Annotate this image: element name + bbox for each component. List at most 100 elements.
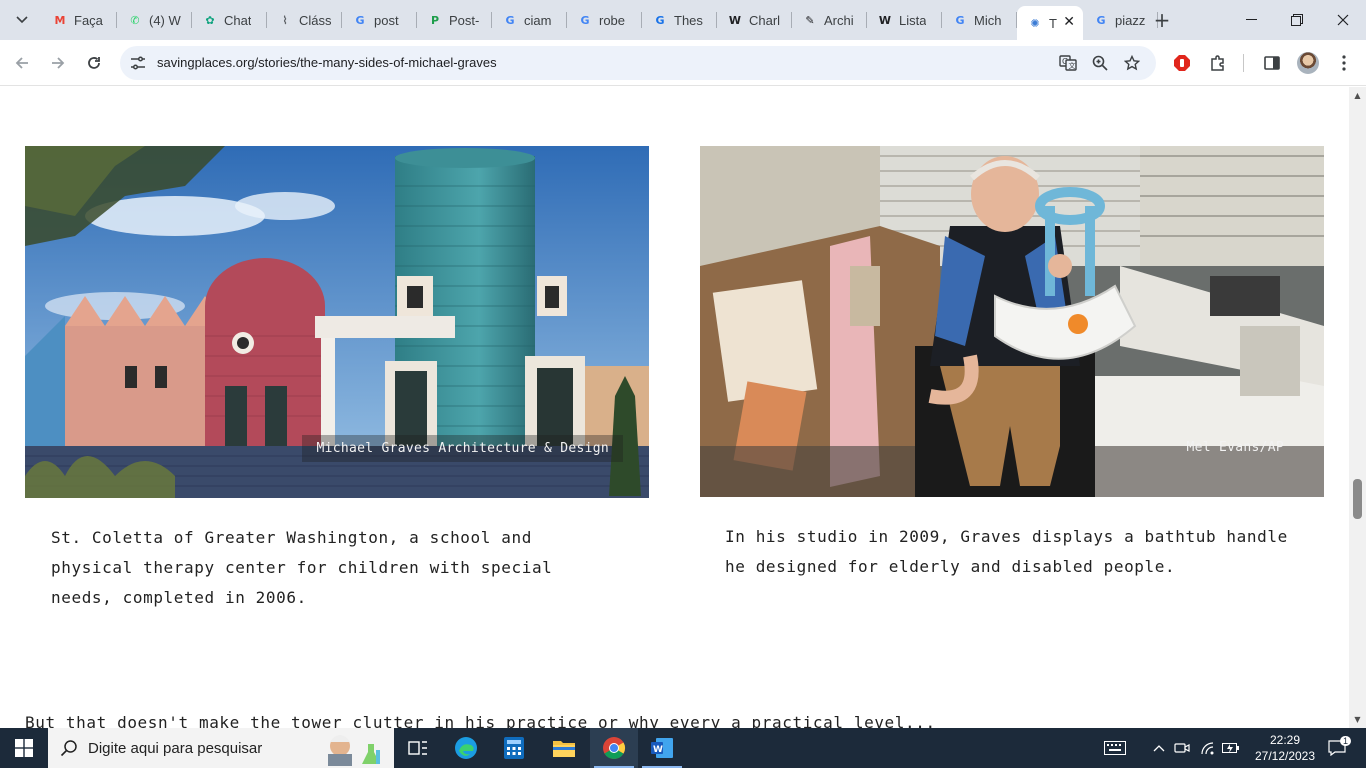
taskbar-clock[interactable]: 22:29 27/12/2023 [1252,732,1318,764]
windows-logo-icon [15,739,33,757]
minimize-button[interactable] [1228,0,1274,40]
windows-taskbar: Digite aqui para pesquisar W 22:29 27/12… [0,728,1366,768]
scroll-up-button[interactable]: ▲ [1353,91,1362,100]
svg-text:W: W [653,745,663,755]
browser-tab[interactable]: ✎ Archi [792,0,867,40]
close-window-button[interactable] [1320,0,1366,40]
tab-search-button[interactable] [8,6,36,34]
reload-button[interactable] [80,49,108,77]
close-icon [1337,14,1349,26]
avatar [1297,52,1319,74]
edge-app[interactable] [442,728,490,768]
url-text[interactable]: savingplaces.org/stories/the-many-sides-… [157,55,497,70]
tab-label: T [1049,15,1057,31]
meet-now-tray[interactable] [1172,728,1192,768]
puzzle-icon [1211,55,1224,71]
task-view-icon [408,741,427,755]
chrome-app[interactable] [590,728,638,768]
extensions-button[interactable] [1204,49,1232,77]
side-panel-icon [1264,56,1280,70]
photo-credit: Michael Graves Architecture & Design [302,435,623,462]
tab-label: (4) W [149,12,181,28]
notifications-button[interactable]: 1 [1322,728,1352,768]
task-view-button[interactable] [394,728,442,768]
keyboard-icon [1104,741,1126,755]
browser-tab[interactable]: G Mich [942,0,1017,40]
whatsapp-icon: ✆ [130,13,140,27]
calculator-app[interactable] [490,728,538,768]
word-app[interactable]: W [638,728,686,768]
page-scrollbar[interactable]: ▲ ▼ [1349,87,1366,728]
tab-label: ciam [524,12,552,28]
show-hidden-icons-button[interactable] [1150,728,1168,768]
browser-tab[interactable]: P Post- [417,0,492,40]
browser-tab[interactable]: ⌇ Cláss [267,0,342,40]
address-bar[interactable]: savingplaces.org/stories/the-many-sides-… [120,46,1156,80]
network-tray[interactable] [1198,728,1218,768]
restore-icon [1291,14,1303,26]
scrollbar-thumb[interactable] [1353,479,1362,519]
tab-list: M Faça ✆ (4) W ✿ Chat ⌇ Cláss Gpost P Post- Gciam Gr… [42,0,1158,40]
edge-icon [455,737,477,759]
wikipedia-icon: W [878,13,892,27]
search-icon [60,740,77,757]
browser-tab[interactable]: Grobe [567,0,642,40]
battery-tray[interactable] [1221,728,1241,768]
tab-label: Mich [974,12,1002,28]
profile-button[interactable] [1294,49,1322,77]
translate-button[interactable]: G文 [1056,51,1080,75]
tab-strip: M Faça ✆ (4) W ✿ Chat ⌇ Cláss Gpost P Post- Gciam Gr… [0,0,1366,40]
taskbar-search[interactable]: Digite aqui para pesquisar [48,728,394,768]
zoom-icon [1092,55,1108,71]
tab-label: piazz [1115,12,1146,28]
browser-tab[interactable]: M Faça [42,0,117,40]
browser-menu-button[interactable] [1330,49,1358,77]
notification-count-badge: 1 [1340,736,1352,746]
scroll-down-button[interactable]: ▼ [1353,715,1362,724]
side-panel-button[interactable] [1258,49,1286,77]
start-button[interactable] [0,728,48,768]
extension-adblock-button[interactable] [1168,49,1196,77]
google-icon: G [580,13,590,27]
minimize-icon [1245,19,1257,20]
google-icon: G [505,13,515,27]
p-icon: P [430,13,440,27]
browser-tab[interactable]: Gpost [342,0,417,40]
browser-tab[interactable]: Gpiazz [1083,0,1158,40]
keyboard-layout-indicator[interactable] [1100,728,1130,768]
calculator-icon [504,737,524,759]
new-tab-button[interactable]: + [1150,8,1174,32]
browser-tab[interactable]: Gciam [492,0,567,40]
tab-label: Cláss [299,12,332,28]
toolbar-divider [1243,54,1244,72]
browser-tab[interactable]: W Lista [867,0,942,40]
tab-label: robe [599,12,626,28]
file-explorer-app[interactable] [540,728,588,768]
page-content: Michael Graves Architecture & Design St.… [0,87,1349,728]
tab-label: Faça [74,12,103,28]
google-icon: G [355,13,365,27]
savingplaces-icon: ✺ [1030,16,1040,30]
google-icon: G [1096,13,1106,27]
adblock-icon [1174,55,1190,71]
site-info-icon[interactable] [126,51,150,75]
close-tab-button[interactable]: ✕ [1063,14,1075,30]
chevron-up-icon [1153,745,1165,752]
back-button[interactable] [8,49,36,77]
zoom-button[interactable] [1088,51,1112,75]
tab-label: Post- [449,12,480,28]
restore-button[interactable] [1274,0,1320,40]
google-icon: G [955,13,965,27]
bookmark-button[interactable] [1120,51,1144,75]
folder-icon [553,741,575,757]
browser-tab[interactable]: G Thes [642,0,717,40]
chevron-down-icon [16,16,28,24]
browser-tab[interactable]: ✺ T ✕ [1017,6,1083,40]
scientist-illustration-icon [328,735,380,766]
tab-label: Thes [674,12,703,28]
clock-time: 22:29 [1269,733,1301,747]
forward-button[interactable] [44,49,72,77]
browser-tab[interactable]: W Charl [717,0,792,40]
browser-tab[interactable]: ✆ (4) W [117,0,192,40]
browser-tab[interactable]: ✿ Chat [192,0,267,40]
